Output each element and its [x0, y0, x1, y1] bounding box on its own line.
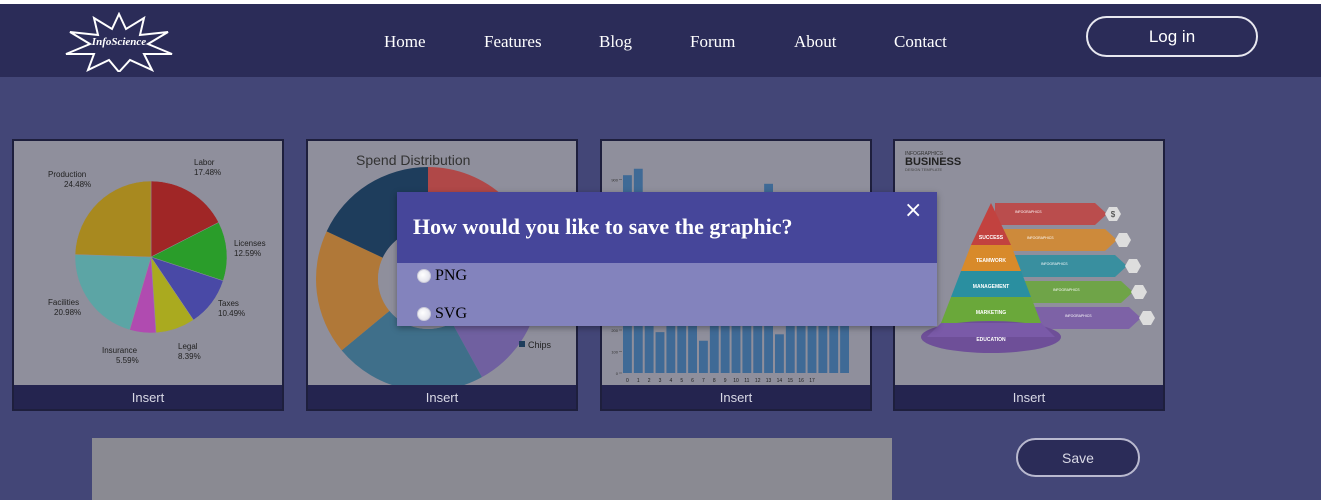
pyramid-label-education: EDUCATION	[976, 337, 1006, 343]
insert-button[interactable]: Insert	[895, 385, 1163, 409]
bar-y-tick: 100	[611, 350, 618, 355]
ribbon-label: INFOGRAPHICS	[1015, 210, 1042, 214]
pyramid-label-success: SUCCESS	[979, 235, 1004, 241]
bar-x-tick: 2	[648, 378, 651, 384]
svg-radio[interactable]	[417, 307, 431, 321]
pie-label-taxes: Taxes	[218, 299, 239, 308]
pie-label-insurance: Insurance	[102, 346, 138, 355]
pie-pct-labor: 17.48%	[194, 168, 221, 177]
insert-button[interactable]: Insert	[14, 385, 282, 409]
bar-x-tick: 10	[733, 378, 739, 384]
infographic-subtitle: DESIGN TEMPLATE	[905, 167, 943, 172]
ribbon-label: INFOGRAPHICS	[1065, 314, 1092, 318]
png-radio[interactable]	[417, 269, 431, 283]
pyramid-label-management: MANAGEMENT	[973, 284, 1009, 290]
bar-x-tick: 14	[777, 378, 783, 384]
bar-x-tick: 5	[680, 378, 683, 384]
bar-x-tick: 12	[755, 378, 761, 384]
pie-pct-legal: 8.39%	[178, 352, 201, 361]
dollar-icon: $	[1111, 210, 1116, 219]
donut-legend-swatch	[519, 341, 525, 347]
donut-title: Spend Distribution	[356, 152, 470, 168]
login-button[interactable]: Log in	[1086, 16, 1258, 57]
pie-pct-taxes: 10.49%	[218, 309, 245, 318]
close-icon[interactable]: ×	[904, 200, 922, 222]
ribbon-label: INFOGRAPHICS	[1053, 288, 1080, 292]
pyramid-label-marketing: MARKETING	[976, 310, 1006, 316]
png-label[interactable]: PNG	[435, 267, 467, 285]
donut-legend-label: Chips	[528, 340, 552, 350]
nav-link-contact[interactable]: Contact	[894, 32, 947, 52]
bar-x-tick: 1	[637, 378, 640, 384]
nav-link-blog[interactable]: Blog	[599, 32, 632, 52]
ribbon-label: INFOGRAPHICS	[1027, 236, 1054, 240]
nav-link-about[interactable]: About	[794, 32, 837, 52]
bar	[699, 340, 708, 373]
bar-x-tick: 11	[744, 378, 749, 384]
bar	[655, 332, 665, 373]
modal-title: How would you like to save the graphic?	[413, 214, 793, 239]
nav-link-home[interactable]: Home	[384, 32, 426, 52]
pie-chart: Labor 17.48% Licenses 12.59% Taxes 10.49…	[14, 141, 282, 387]
bar-x-tick: 4	[669, 378, 672, 384]
bar-y-tick: 200	[611, 328, 618, 333]
bar-x-tick: 3	[659, 378, 662, 384]
bar-x-tick: 16	[798, 378, 804, 384]
bar-x-tick: 9	[724, 378, 727, 384]
bar-y-tick: 900	[611, 178, 618, 183]
pyramid-label-teamwork: TEAMWORK	[976, 258, 1006, 264]
pie-pct-production: 24.48%	[64, 180, 91, 189]
insert-button[interactable]: Insert	[308, 385, 576, 409]
svg-label[interactable]: SVG	[435, 305, 467, 323]
bar-x-tick: 8	[713, 378, 716, 384]
logo[interactable]: InfoScience	[64, 11, 174, 74]
bar-x-tick: 0	[626, 378, 629, 384]
bar-x-tick: 6	[691, 378, 694, 384]
pie-pct-licenses: 12.59%	[234, 249, 261, 258]
nav-link-forum[interactable]: Forum	[690, 32, 735, 52]
graphic-card-pie[interactable]: Labor 17.48% Licenses 12.59% Taxes 10.49…	[12, 139, 284, 411]
logo-text: InfoScience	[91, 36, 147, 48]
bar	[775, 334, 784, 373]
pie-pct-facilities: 20.98%	[54, 308, 81, 317]
nav-link-features[interactable]: Features	[484, 32, 542, 52]
modal-header: How would you like to save the graphic? …	[397, 192, 937, 263]
pie-label-production: Production	[48, 170, 86, 179]
save-button[interactable]: Save	[1016, 438, 1140, 477]
pie-label-labor: Labor	[194, 158, 215, 167]
bar-x-tick: 13	[766, 378, 772, 384]
graphic-canvas[interactable]	[92, 438, 892, 500]
bar-x-tick: 15	[788, 378, 794, 384]
save-format-modal: How would you like to save the graphic? …	[397, 192, 937, 326]
insert-button[interactable]: Insert	[602, 385, 870, 409]
bar-x-tick: 17	[809, 378, 815, 384]
pie-label-licenses: Licenses	[234, 239, 266, 248]
pie-chart-thumbnail[interactable]: Labor 17.48% Licenses 12.59% Taxes 10.49…	[14, 141, 282, 387]
pie-pct-insurance: 5.59%	[116, 356, 139, 365]
option-svg[interactable]: SVG	[417, 304, 467, 324]
navbar: InfoScience Home Features Blog Forum Abo…	[0, 4, 1321, 77]
pie-label-facilities: Facilities	[48, 298, 79, 307]
ribbon-label: INFOGRAPHICS	[1041, 262, 1068, 266]
bar-x-tick: 7	[702, 378, 705, 384]
option-png[interactable]: PNG	[417, 266, 467, 286]
pie-label-legal: Legal	[178, 342, 198, 351]
